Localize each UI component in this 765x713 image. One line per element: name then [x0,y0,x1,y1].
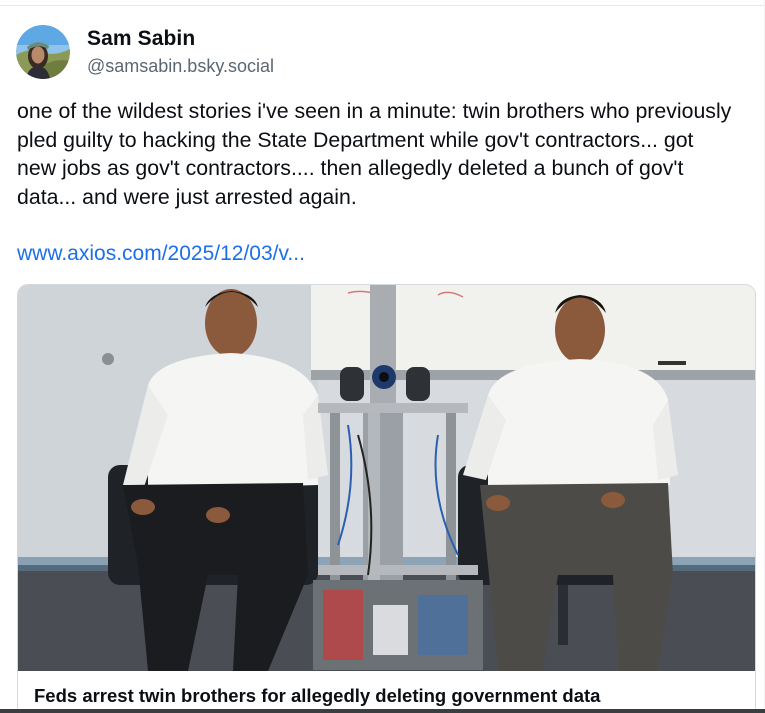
post-text: one of the wildest stories i've seen in … [17,99,738,209]
page: Sam Sabin @samsabin.bsky.social one of t… [0,0,765,713]
author-info: Sam Sabin @samsabin.bsky.social [87,25,274,79]
post-header: Sam Sabin @samsabin.bsky.social [16,25,274,79]
bottom-edge [0,709,765,713]
post: Sam Sabin @samsabin.bsky.social one of t… [0,0,765,713]
avatar-image-icon [16,25,70,79]
card-title[interactable]: Feds arrest twin brothers for allegedly … [34,684,600,708]
user-avatar[interactable] [16,25,70,79]
link-card[interactable]: Feds arrest twin brothers for allegedly … [17,284,756,713]
post-link[interactable]: www.axios.com/2025/12/03/v... [17,240,305,268]
author-display-name[interactable]: Sam Sabin [87,25,274,53]
author-handle[interactable]: @samsabin.bsky.social [87,53,274,79]
card-thumbnail-image [18,285,755,671]
